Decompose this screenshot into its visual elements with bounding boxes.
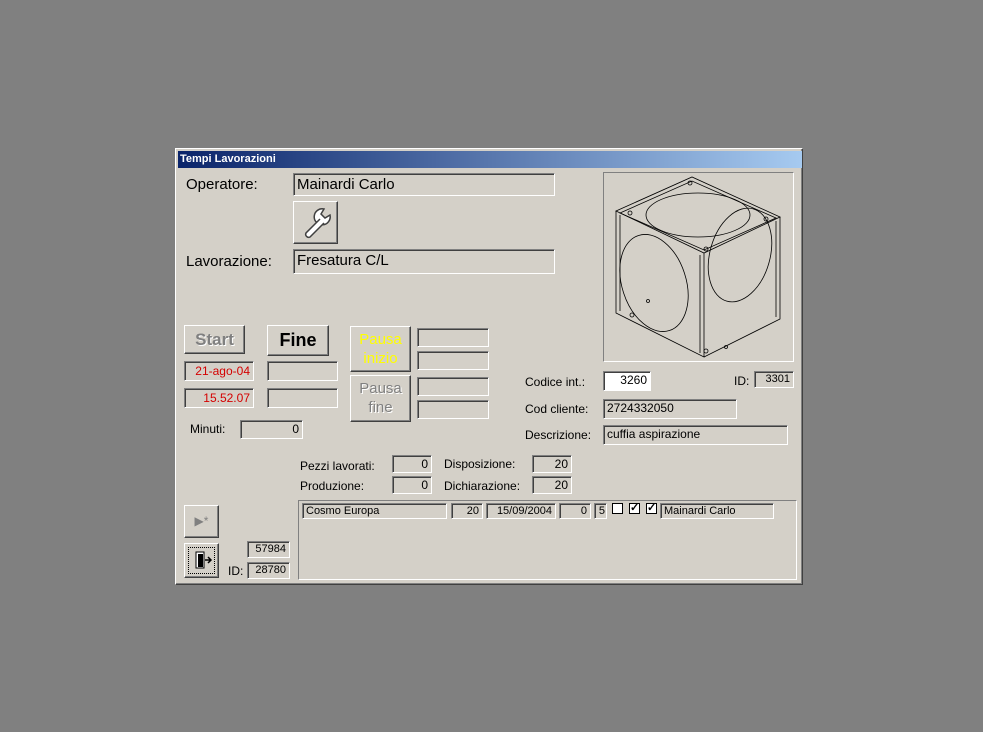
record-id-field[interactable]: 28780 xyxy=(247,562,290,579)
record-number-field[interactable]: 57984 xyxy=(247,541,290,558)
start-time-field[interactable]: 15.52.07 xyxy=(184,388,254,408)
subform-checkbox-3[interactable]: ✓ xyxy=(646,503,657,514)
dichiarazione-label: Dichiarazione: xyxy=(444,479,521,493)
part-drawing xyxy=(603,172,794,362)
produzione-field[interactable]: 0 xyxy=(392,476,432,494)
produzione-label: Produzione: xyxy=(300,479,365,493)
new-record-icon: ▶* xyxy=(194,514,209,528)
pausa-inizio-line1: Pausa xyxy=(359,331,402,348)
minuti-label: Minuti: xyxy=(190,422,226,436)
fine-date-field[interactable] xyxy=(267,361,338,381)
disposizione-label: Disposizione: xyxy=(444,457,516,471)
operatore-label: Operatore: xyxy=(186,176,258,193)
pausa-fine-button[interactable]: Pausa fine xyxy=(350,375,411,422)
pausa-inizio-line2: inizio xyxy=(363,350,398,367)
fine-time-field[interactable] xyxy=(267,388,338,408)
minuti-field[interactable]: 0 xyxy=(240,420,303,439)
wrench-button[interactable] xyxy=(293,201,338,244)
descrizione-label: Descrizione: xyxy=(525,428,592,442)
fine-button[interactable]: Fine xyxy=(267,325,329,356)
operatore-field[interactable]: Mainardi Carlo xyxy=(293,173,555,196)
id-top-label: ID: xyxy=(734,374,750,388)
subform-date-field[interactable]: 15/09/2004 xyxy=(486,503,556,519)
exit-door-icon xyxy=(195,551,212,569)
dichiarazione-field[interactable]: 20 xyxy=(532,476,572,494)
pausa-fine-line2: fine xyxy=(368,399,393,416)
subform-val1-field[interactable]: 0 xyxy=(559,503,591,519)
subform-val2-field[interactable]: 5 xyxy=(594,503,607,519)
subform-checkbox-2[interactable]: ✓ xyxy=(629,503,640,514)
pausa-fine-time-field[interactable] xyxy=(417,400,489,419)
pausa-inizio-button[interactable]: Pausa inizio xyxy=(350,326,411,372)
lavorazione-label: Lavorazione: xyxy=(186,253,272,270)
exit-button[interactable] xyxy=(184,543,219,578)
pezzi-lavorati-field[interactable]: 0 xyxy=(392,455,432,473)
start-date-field[interactable]: 21-ago-04 xyxy=(184,361,254,381)
new-record-button[interactable]: ▶* xyxy=(184,505,219,538)
codice-int-field[interactable]: 3260 xyxy=(603,371,651,391)
tempi-lavorazioni-window: Tempi Lavorazioni Operatore: Mainardi Ca… xyxy=(175,148,803,585)
cod-cliente-label: Cod cliente: xyxy=(525,402,589,416)
window-title: Tempi Lavorazioni xyxy=(178,151,802,168)
descrizione-field[interactable]: cuffia aspirazione xyxy=(603,425,788,445)
id-top-field[interactable]: 3301 xyxy=(754,371,794,388)
cube-drawing-image xyxy=(615,176,781,358)
subform-qty-field[interactable]: 20 xyxy=(451,503,483,519)
wrench-icon xyxy=(304,208,331,239)
pausa-inizio-time-field[interactable] xyxy=(417,351,489,370)
cod-cliente-field[interactable]: 2724332050 xyxy=(603,399,737,419)
pausa-fine-date-field[interactable] xyxy=(417,377,489,396)
subform-panel: Cosmo Europa 20 15/09/2004 0 5 ✓ ✓ Maina… xyxy=(298,500,797,580)
pausa-inizio-date-field[interactable] xyxy=(417,328,489,347)
record-id-label: ID: xyxy=(228,564,244,578)
pezzi-lavorati-label: Pezzi lavorati: xyxy=(300,459,375,473)
start-button[interactable]: Start xyxy=(184,325,245,354)
lavorazione-field[interactable]: Fresatura C/L xyxy=(293,249,555,274)
subform-operatore-field[interactable]: Mainardi Carlo xyxy=(660,503,774,519)
subform-checkbox-1[interactable] xyxy=(612,503,623,514)
subform-cliente-field[interactable]: Cosmo Europa xyxy=(302,503,447,519)
codice-int-label: Codice int.: xyxy=(525,375,586,389)
disposizione-field[interactable]: 20 xyxy=(532,455,572,473)
pausa-fine-line1: Pausa xyxy=(359,380,402,397)
